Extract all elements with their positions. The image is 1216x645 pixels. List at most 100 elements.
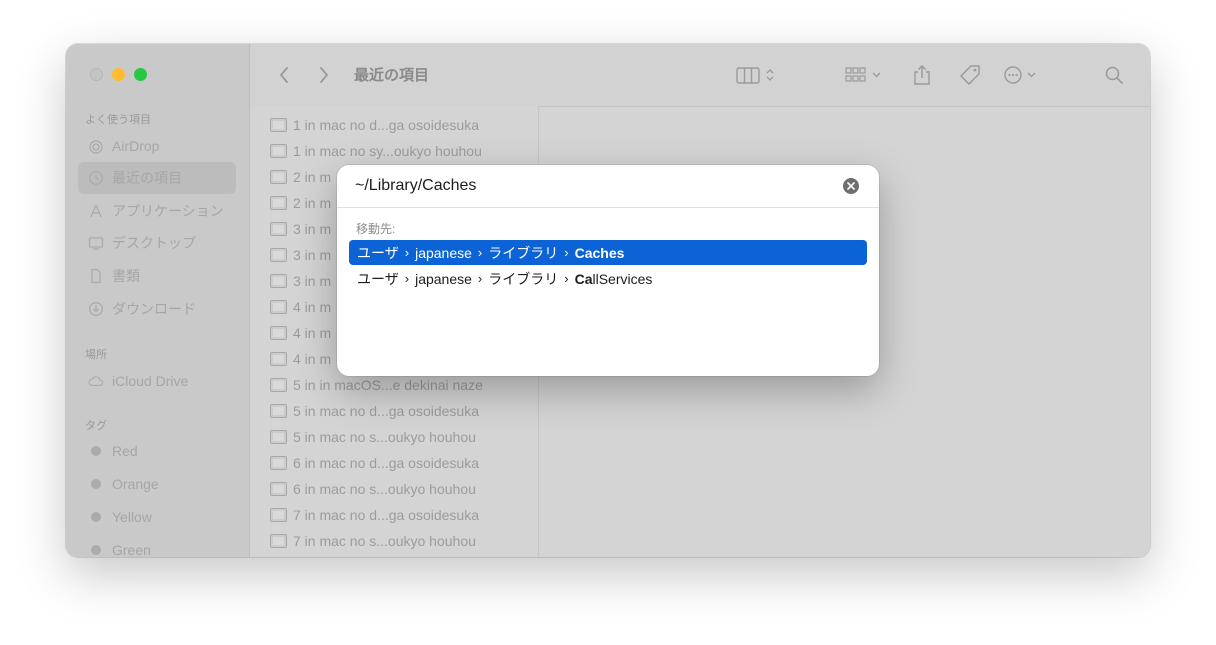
list-item[interactable]: 5 in mac no d...ga osoidesuka — [270, 398, 479, 424]
list-item[interactable]: 7 in mac no d...ga osoidesuka — [270, 502, 479, 528]
forward-button[interactable] — [314, 62, 334, 88]
sidebar-item-icloud-drive[interactable]: iCloud Drive — [78, 365, 236, 397]
destination-label: 移動先: — [356, 222, 396, 236]
list-item[interactable]: 3 in m — [270, 216, 331, 242]
path-crumb: japanese — [415, 244, 472, 261]
sidebar-item-label: Red — [112, 443, 138, 459]
toolbar: 最近の項目 — [250, 44, 1150, 107]
sidebar-item-downloads[interactable]: ダウンロード — [78, 293, 236, 325]
clock-icon — [88, 170, 104, 186]
image-file-icon — [270, 118, 287, 132]
ellipsis-circle-icon — [1004, 66, 1036, 84]
image-file-icon — [270, 352, 287, 366]
back-button[interactable] — [274, 62, 294, 88]
list-item[interactable]: 2 in m — [270, 164, 331, 190]
tags-section-title: タグ — [85, 420, 107, 432]
sidebar-tag-green[interactable]: Green — [78, 534, 236, 557]
image-file-icon — [270, 300, 287, 314]
sidebar-item-airdrop[interactable]: AirDrop — [78, 130, 236, 162]
sidebar-item-label: 最近の項目 — [112, 170, 182, 186]
tag-dot-icon — [91, 479, 101, 489]
file-name: 6 in mac no d...ga osoidesuka — [293, 455, 480, 471]
zoom-window-button[interactable] — [134, 68, 147, 81]
suggestion-item[interactable]: ユーザ › japanese › ライブラリ › Ca llServices — [349, 266, 867, 291]
list-item[interactable]: 6 in mac no s...oukyo houhou — [270, 476, 476, 502]
sidebar-item-label: アプリケーション — [112, 203, 224, 219]
image-file-icon — [270, 508, 287, 522]
sidebar-item-recents[interactable]: 最近の項目 — [78, 162, 236, 194]
suggestion-item[interactable]: ユーザ › japanese › ライブラリ › Caches — [349, 240, 867, 265]
file-name: 2 in m — [293, 195, 332, 211]
tag-dot-icon — [91, 545, 101, 555]
path-match: Ca — [574, 270, 593, 287]
list-item[interactable]: 6 in mac no d...ga osoidesuka — [270, 450, 479, 476]
path-match: Caches — [574, 244, 625, 261]
image-file-icon — [270, 456, 287, 470]
sidebar-item-applications[interactable]: アプリケーション — [78, 195, 236, 227]
file-name: 4 in m — [293, 325, 332, 341]
sidebar-tag-red[interactable]: Red — [78, 435, 236, 467]
image-file-icon — [270, 534, 287, 548]
file-name: 4 in m — [293, 351, 332, 367]
file-name: 6 in mac no s...oukyo houhou — [293, 481, 476, 497]
file-name: 5 in in macOS...e dekinai naze — [293, 377, 483, 393]
column-view-icon — [736, 67, 774, 84]
list-item[interactable]: 7 in mac no s...oukyo houhou — [270, 528, 476, 554]
list-item[interactable]: 3 in m — [270, 242, 331, 268]
tag-button[interactable] — [956, 62, 984, 88]
clear-path-button[interactable] — [843, 178, 859, 194]
file-name: 5 in mac no d...ga osoidesuka — [293, 403, 480, 419]
close-window-button[interactable] — [90, 68, 103, 81]
applications-icon — [88, 203, 104, 219]
path-crumb: ライブラリ — [488, 244, 559, 261]
search-button[interactable] — [1102, 62, 1126, 88]
list-item[interactable]: 5 in mac no s...oukyo houhou — [270, 424, 476, 450]
search-icon — [1105, 66, 1123, 84]
go-to-folder-dialog: 移動先: ユーザ › japanese › ライブラリ › Caches ユーザ… — [337, 165, 879, 376]
list-item[interactable]: 2 in m — [270, 190, 331, 216]
sidebar-item-documents[interactable]: 書類 — [78, 260, 236, 292]
path-crumb: ライブラリ — [488, 270, 559, 287]
cloud-icon — [88, 373, 104, 389]
chevron-right-icon: › — [564, 245, 569, 260]
window-controls — [90, 68, 147, 81]
sidebar-item-label: Orange — [112, 476, 159, 492]
file-name: 1 in mac no d...ga osoidesuka — [293, 117, 480, 133]
list-item[interactable]: 1 in mac no d...ga osoidesuka — [270, 112, 479, 138]
image-file-icon — [270, 248, 287, 262]
chevron-right-icon: › — [564, 271, 569, 286]
download-icon — [88, 301, 104, 317]
sidebar-tag-orange[interactable]: Orange — [78, 468, 236, 500]
chevron-right-icon: › — [404, 271, 410, 286]
image-file-icon — [270, 170, 287, 184]
group-button[interactable] — [842, 62, 892, 88]
chevron-right-icon: › — [477, 271, 483, 286]
image-file-icon — [270, 404, 287, 418]
path-input-row — [337, 165, 879, 208]
file-name: 3 in m — [293, 221, 332, 237]
chevron-right-icon: › — [477, 245, 483, 260]
image-file-icon — [270, 430, 287, 444]
list-item[interactable]: 4 in m — [270, 320, 331, 346]
list-item[interactable]: 3 in m — [270, 268, 331, 294]
share-button[interactable] — [910, 62, 934, 88]
chevron-left-icon — [279, 67, 288, 83]
favorites-section-title: よく使う項目 — [85, 114, 151, 126]
path-input[interactable] — [355, 175, 815, 197]
sidebar-item-label: iCloud Drive — [112, 373, 189, 389]
sidebar-item-label: AirDrop — [112, 138, 160, 154]
sidebar-tag-yellow[interactable]: Yellow — [78, 501, 236, 533]
list-item[interactable]: 4 in m — [270, 346, 331, 372]
sidebar-item-label: ダウンロード — [112, 301, 196, 317]
sidebar-item-desktop[interactable]: デスクトップ — [78, 227, 236, 259]
list-item[interactable]: 4 in m — [270, 294, 331, 320]
list-item[interactable]: 1 in mac no sy...oukyo houhou — [270, 138, 482, 164]
path-rest: llServices — [592, 270, 653, 287]
minimize-window-button[interactable] — [112, 68, 125, 81]
view-mode-button[interactable] — [734, 62, 784, 88]
locations-section-title: 場所 — [85, 349, 107, 361]
document-icon — [88, 268, 104, 284]
share-icon — [914, 65, 930, 85]
more-actions-button[interactable] — [1002, 62, 1046, 88]
close-icon — [847, 182, 855, 190]
